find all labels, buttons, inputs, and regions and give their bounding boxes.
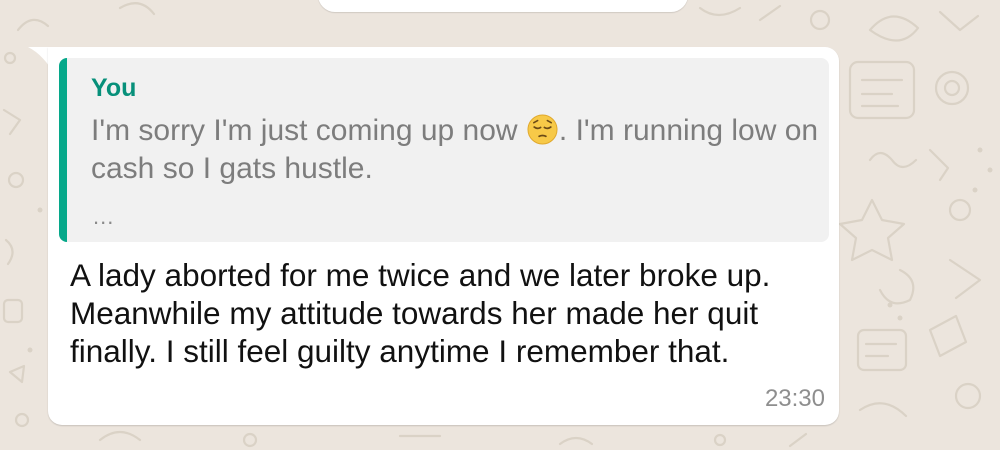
quote-accent-bar xyxy=(59,58,67,242)
message-timestamp: 23:30 xyxy=(764,385,825,412)
message-text: A lady aborted for me twice and we later… xyxy=(70,257,771,369)
quote-truncation-ellipsis: ... xyxy=(93,204,115,229)
incoming-message-bubble[interactable]: You I'm sorry I'm just coming up now . I… xyxy=(48,47,839,425)
pensive-face-icon xyxy=(527,114,558,145)
quoted-reply[interactable]: You I'm sorry I'm just coming up now . I… xyxy=(59,58,829,242)
quote-author: You xyxy=(91,74,137,102)
quote-text: I'm sorry I'm just coming up now . I'm r… xyxy=(91,112,821,188)
floating-date-pill xyxy=(318,0,688,12)
quote-text-part-1: I'm sorry I'm just coming up now xyxy=(91,114,526,147)
